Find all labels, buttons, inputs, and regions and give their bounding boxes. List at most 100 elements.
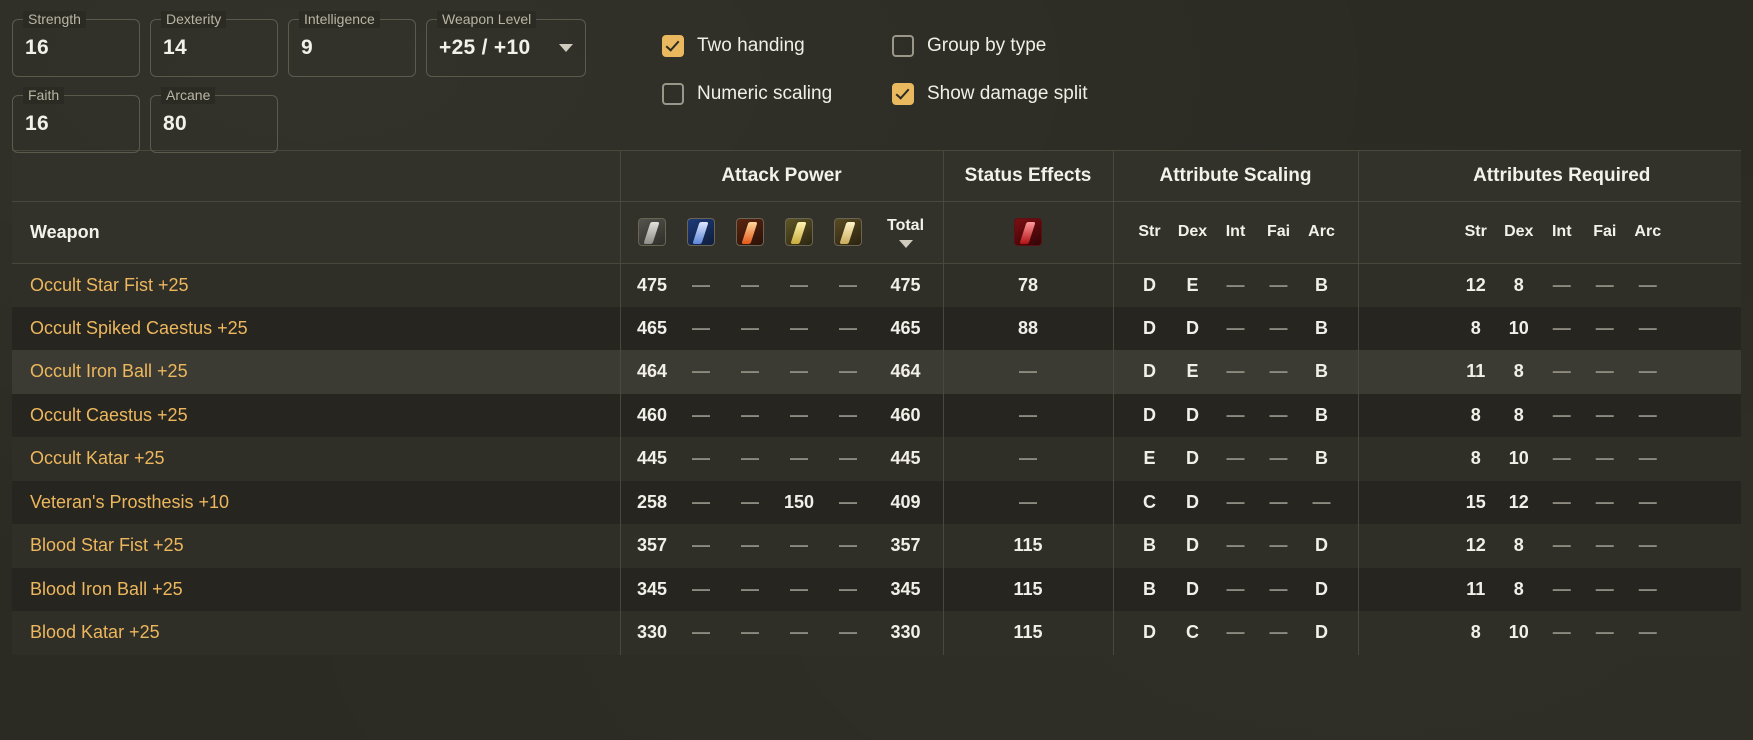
required-header-dex[interactable]: Dex: [1497, 223, 1540, 241]
holy-damage-icon[interactable]: [834, 218, 862, 246]
attack-power-cells: 464 — — — — 464: [619, 350, 943, 394]
checkbox-label-two-handing: Two handing: [697, 35, 805, 56]
damage-value-0: 445: [636, 448, 668, 469]
weapon-name[interactable]: Veteran's Prosthesis +10: [12, 481, 620, 525]
required-value-4: —: [1638, 361, 1657, 382]
required-value-4: —: [1638, 622, 1657, 643]
arcane-field[interactable]: Arcane 80: [150, 87, 278, 153]
table-row[interactable]: Blood Katar +25 330 — — — — 330 115 D C — — D 8 10 — — —: [12, 611, 1741, 655]
damage-value-3: —: [790, 535, 808, 556]
checkbox-checked-icon[interactable]: [892, 83, 914, 105]
required-header-int[interactable]: Int: [1540, 223, 1583, 241]
scaling-value-2: —: [1226, 535, 1245, 556]
weapon-table-container[interactable]: Attack Power Status Effects Attribute Sc…: [12, 150, 1741, 738]
lightning-damage-icon-cell[interactable]: [775, 218, 824, 246]
checkbox-unchecked-icon[interactable]: [892, 35, 914, 57]
faith-value: 16: [25, 112, 49, 135]
physical-damage-icon-cell[interactable]: [628, 218, 677, 246]
table-row[interactable]: Blood Iron Ball +25 345 — — — — 345 115 B D — — D 11 8…: [12, 567, 1741, 612]
weapon-name[interactable]: Occult Iron Ball +25: [12, 350, 620, 394]
required-value-3: —: [1595, 361, 1614, 382]
table-row[interactable]: Occult Spiked Caestus +25 465 — — — — 465 88 D D —…: [12, 306, 1741, 351]
column-header-weapon[interactable]: Weapon: [12, 201, 620, 264]
table-row[interactable]: Occult Caestus +25 460 — — — — 460 — D D — — B 8 8 — — —: [12, 393, 1741, 438]
attack-power-cells: 357 — — — — 357: [619, 524, 943, 568]
scaling-value-2: —: [1226, 448, 1245, 469]
holy-damage-icon-cell[interactable]: [824, 218, 873, 246]
status-effect-cell: —: [942, 437, 1113, 481]
sort-descending-icon[interactable]: [898, 239, 913, 248]
status-effect-cell: —: [942, 480, 1113, 524]
checkbox-label-show-damage-split: Show damage split: [927, 83, 1088, 104]
column-header-total[interactable]: Total: [873, 217, 939, 248]
scaling-value-2: —: [1226, 317, 1245, 338]
weapon-name[interactable]: Occult Spiked Caestus +25: [12, 307, 620, 351]
damage-value-1: —: [692, 578, 710, 599]
strength-label: Strength: [23, 11, 86, 28]
fire-damage-icon[interactable]: [736, 218, 764, 246]
scaling-value-2: —: [1226, 491, 1245, 512]
status-effect-cell: 115: [942, 567, 1113, 611]
table-row[interactable]: Veteran's Prosthesis +10 258 — — 150 — 409 — C D —…: [12, 480, 1741, 525]
scaling-header-arc[interactable]: Arc: [1300, 223, 1343, 241]
required-value-4: —: [1638, 535, 1657, 556]
arcane-label: Arcane: [161, 87, 216, 104]
required-value-4: —: [1638, 491, 1657, 512]
table-row[interactable]: Occult Katar +25 445 — — — — 445 — E D — — B 8 10 — — —: [12, 437, 1741, 481]
required-header-fai[interactable]: Fai: [1583, 223, 1626, 241]
bleed-status-icon[interactable]: [1014, 218, 1042, 246]
dexterity-field[interactable]: Dexterity 14: [150, 11, 278, 77]
intelligence-field[interactable]: Intelligence 9: [288, 11, 416, 77]
scaling-header-str[interactable]: Str: [1128, 223, 1171, 241]
required-header-str[interactable]: Str: [1454, 223, 1497, 241]
scaling-header-fai[interactable]: Fai: [1257, 223, 1300, 241]
damage-value-0: 465: [636, 317, 668, 338]
fire-damage-icon-cell[interactable]: [726, 218, 775, 246]
total-value: 409: [890, 491, 921, 512]
damage-value-4: —: [839, 578, 857, 599]
strength-field[interactable]: Strength 16: [12, 11, 140, 77]
weapon-level-field[interactable]: Weapon Level +25 / +10: [426, 11, 586, 77]
required-value-1: 12: [1508, 491, 1529, 512]
damage-value-3: —: [790, 317, 808, 338]
table-row[interactable]: Blood Star Fist +25 357 — — — — 357 115 B D — — D 12 8…: [12, 524, 1741, 568]
scaling-header-int[interactable]: Int: [1214, 223, 1257, 241]
required-value-3: —: [1595, 535, 1614, 556]
scaling-header-dex[interactable]: Dex: [1171, 223, 1214, 241]
lightning-damage-icon[interactable]: [785, 218, 813, 246]
weapon-table: Attack Power Status Effects Attribute Sc…: [12, 151, 1741, 655]
damage-value-2: —: [741, 578, 759, 599]
damage-value-3: —: [790, 622, 808, 643]
magic-damage-icon[interactable]: [687, 218, 715, 246]
magic-damage-icon-cell[interactable]: [677, 218, 726, 246]
weapon-name[interactable]: Occult Katar +25: [12, 437, 620, 481]
faith-field[interactable]: Faith 16: [12, 87, 140, 153]
weapon-name[interactable]: Occult Star Fist +25: [12, 263, 620, 307]
damage-value-4: —: [839, 361, 857, 382]
weapon-name[interactable]: Blood Katar +25: [12, 611, 620, 655]
checkbox-show-damage-split[interactable]: Show damage split: [892, 83, 1122, 105]
checkbox-numeric-scaling[interactable]: Numeric scaling: [662, 83, 892, 105]
attack-power-cells: 465 — — — — 465: [619, 306, 943, 350]
checkbox-group-by-type[interactable]: Group by type: [892, 35, 1122, 57]
damage-value-0: 345: [636, 578, 668, 599]
attributes-required-cells: 11 8 — — —: [1357, 350, 1741, 394]
checkbox-checked-icon[interactable]: [662, 35, 684, 57]
required-header-arc[interactable]: Arc: [1626, 223, 1669, 241]
weapon-name[interactable]: Occult Caestus +25: [12, 394, 620, 438]
checkbox-two-handing[interactable]: Two handing: [662, 35, 892, 57]
physical-damage-icon[interactable]: [638, 218, 666, 246]
checkbox-unchecked-icon[interactable]: [662, 83, 684, 105]
required-value-2: —: [1552, 317, 1571, 338]
chevron-down-icon[interactable]: [559, 44, 573, 52]
damage-value-3: —: [790, 404, 808, 425]
weapon-name[interactable]: Blood Iron Ball +25: [12, 568, 620, 612]
scaling-value-1: C: [1186, 622, 1199, 643]
required-value-4: —: [1638, 578, 1657, 599]
weapon-name[interactable]: Blood Star Fist +25: [12, 524, 620, 568]
column-header-required-attrs: Str Dex Int Fai Arc: [1357, 201, 1741, 264]
table-row[interactable]: Occult Star Fist +25 475 — — — — 475 78 D E — — B 12 8…: [12, 263, 1741, 307]
table-row[interactable]: Occult Iron Ball +25 464 — — — — 464 — D E — — B 11 8 —…: [12, 350, 1741, 394]
damage-value-3: —: [790, 578, 808, 599]
status-effect-cell: —: [942, 350, 1113, 394]
